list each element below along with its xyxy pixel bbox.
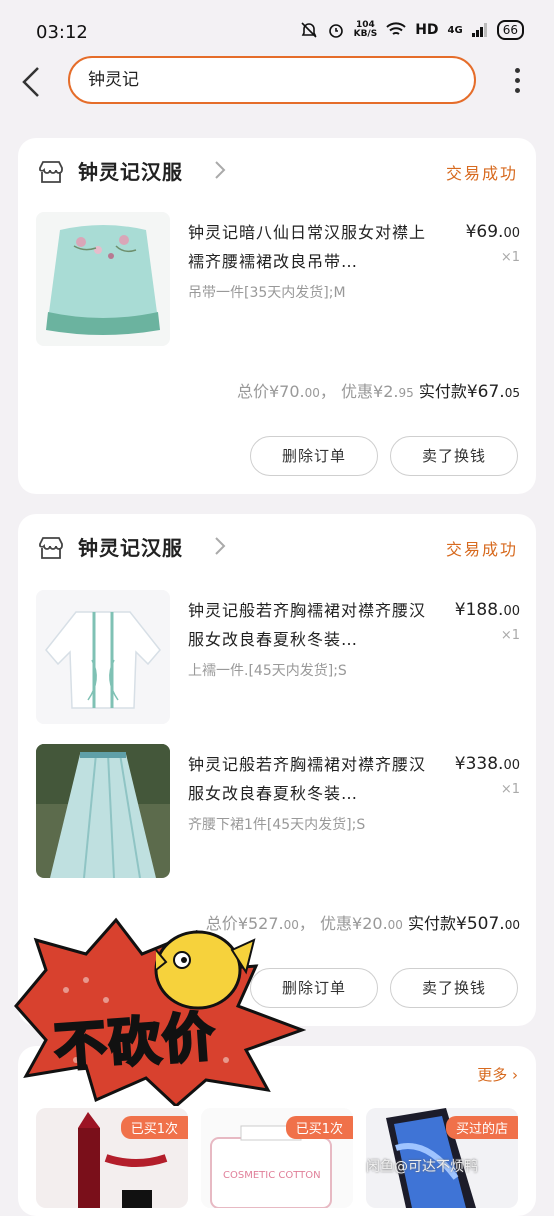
recommended-product[interactable]: 已买1次 COSMETIC COTTON	[201, 1108, 353, 1208]
mute-bell-icon	[301, 22, 317, 38]
product-price: ¥188.00	[454, 600, 520, 620]
shop-header[interactable]: 钟灵记汉服 交易成功	[18, 514, 536, 578]
shop-name[interactable]: 钟灵记汉服	[78, 156, 183, 185]
chevron-right-icon: ›	[512, 1066, 518, 1084]
product-image[interactable]	[36, 744, 170, 878]
order-status: 交易成功	[445, 540, 518, 559]
chevron-right-icon	[215, 161, 226, 179]
resell-button[interactable]: 卖了换钱	[390, 436, 518, 476]
net-speed: 104 KB/S	[353, 20, 378, 39]
product-quantity: ×1	[500, 782, 520, 797]
product-image[interactable]	[36, 590, 170, 724]
delete-order-button[interactable]: 删除订单	[250, 436, 378, 476]
product-spec: 齐腰下裙1件[45天内发货];S	[188, 817, 366, 833]
watermark: 闲鱼@可达不烦鸭	[366, 1159, 478, 1175]
status-time: 03:12	[36, 22, 88, 43]
store-icon	[39, 537, 63, 559]
bought-tag: 已买1次	[285, 1116, 353, 1139]
order-card: 钟灵记汉服 交易成功 钟灵记暗八仙日常汉服女对襟上襦齐腰襦裙改良吊带… 吊带一件…	[18, 138, 536, 494]
order-totals: 总价¥70.00， 优惠¥2.95 实付款¥67.05	[236, 382, 520, 402]
order-status: 交易成功	[445, 164, 518, 183]
order-item[interactable]: 钟灵记暗八仙日常汉服女对襟上襦齐腰襦裙改良吊带… 吊带一件[35天内发货];M …	[18, 212, 536, 352]
status-icons: 104 KB/S HD 4G 66	[300, 20, 524, 40]
shop-name[interactable]: 钟灵记汉服	[78, 532, 183, 561]
search-input[interactable]: 钟灵记	[68, 56, 476, 104]
product-label: COSMETIC COTTON	[223, 1170, 321, 1181]
resell-button[interactable]: 卖了换钱	[390, 968, 518, 1008]
signal-label: 4G	[447, 24, 463, 36]
bought-tag: 已买1次	[120, 1116, 188, 1139]
alarm-icon	[328, 24, 343, 38]
order-item[interactable]: 钟灵记般若齐胸襦裙对襟齐腰汉服女改良春夏秋冬装… 上襦一件.[45天内发货];S…	[18, 590, 536, 730]
product-title[interactable]: 钟灵记暗八仙日常汉服女对襟上襦齐腰襦裙改良吊带…	[188, 218, 438, 276]
back-arrow-icon[interactable]	[20, 64, 44, 100]
product-title[interactable]: 钟灵记般若齐胸襦裙对襟齐腰汉服女改良春夏秋冬装…	[188, 750, 438, 808]
more-options-icon[interactable]	[510, 68, 524, 98]
product-quantity: ×1	[500, 628, 520, 643]
search-bar-row: 钟灵记	[0, 56, 554, 112]
status-bar: 03:12 104 KB/S HD 4G 66	[0, 0, 554, 62]
more-link[interactable]: 更多 ›	[477, 1064, 518, 1085]
wifi-icon	[386, 22, 406, 35]
product-quantity: ×1	[500, 250, 520, 265]
store-icon	[39, 161, 63, 183]
signal-icon	[471, 23, 487, 37]
no-bargain-sticker: 不砍价	[6, 910, 307, 1109]
recommended-product[interactable]: 已买1次	[36, 1108, 188, 1208]
chevron-right-icon	[215, 537, 226, 555]
product-title[interactable]: 钟灵记般若齐胸襦裙对襟齐腰汉服女改良春夏秋冬装…	[188, 596, 438, 654]
shop-header[interactable]: 钟灵记汉服 交易成功	[18, 138, 536, 202]
bought-shop-tag: 买过的店	[445, 1116, 518, 1139]
order-item[interactable]: 钟灵记般若齐胸襦裙对襟齐腰汉服女改良春夏秋冬装… 齐腰下裙1件[45天内发货];…	[18, 744, 536, 884]
product-price: ¥69.00	[465, 222, 520, 242]
product-image[interactable]	[36, 212, 170, 346]
product-spec: 吊带一件[35天内发货];M	[188, 285, 346, 301]
battery-indicator: 66	[496, 20, 524, 40]
sticker-text: 不砍价	[51, 1006, 220, 1080]
product-price: ¥338.00	[454, 754, 520, 774]
hd-label: HD	[415, 22, 439, 38]
product-spec: 上襦一件.[45天内发货];S	[188, 663, 347, 679]
